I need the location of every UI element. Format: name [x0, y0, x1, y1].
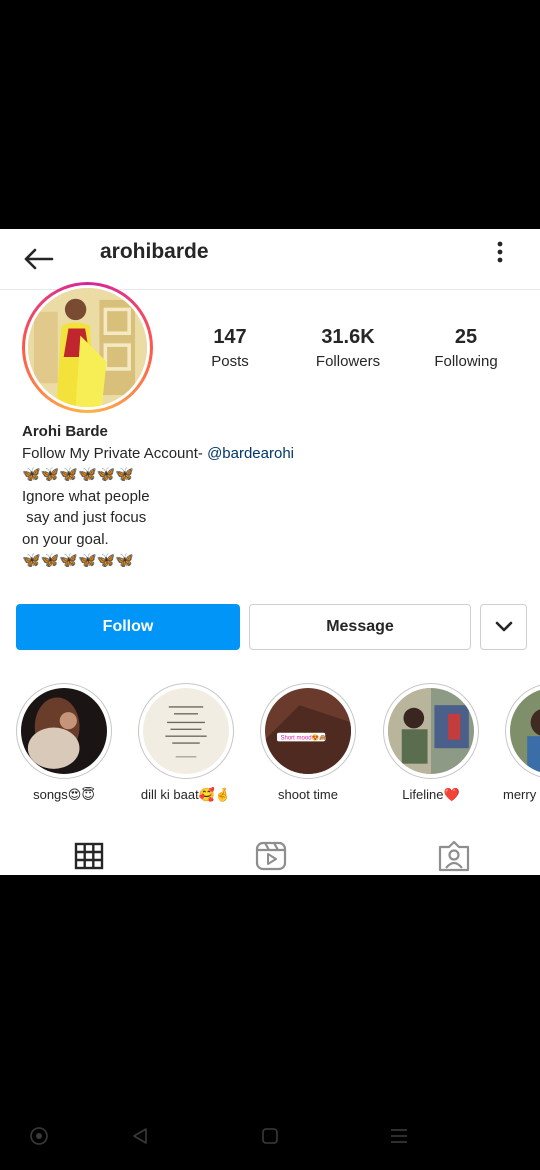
highlight-item[interactable]: dill ki baat🥰🤞 [136, 683, 236, 803]
profile-username: arohibarde [100, 240, 209, 263]
message-button[interactable]: Message [249, 604, 471, 650]
posts-count[interactable]: 147 Posts [175, 326, 285, 373]
followers-label: Followers [315, 353, 381, 370]
assistant-button[interactable] [27, 1124, 51, 1148]
bio-line: Ignore what people [22, 487, 150, 505]
bio-butterflies: 🦋🦋🦋🦋🦋🦋 [22, 466, 135, 483]
suggestions-dropdown-button[interactable] [480, 604, 527, 650]
bio-butterflies: 🦋🦋🦋🦋🦋🦋 [22, 552, 135, 569]
circle-dot-icon [30, 1127, 48, 1145]
shoot-sticker-text: Short mood😍🙈 [280, 734, 327, 742]
triangle-back-icon [133, 1128, 147, 1144]
highlight-label: dill ki baat🥰🤞 [140, 787, 232, 802]
bio-line: say and just focus [22, 509, 147, 526]
highlight-label: Lifeline❤️ [402, 787, 460, 802]
followers-value: 31.6K [321, 326, 375, 348]
reels-icon [255, 841, 287, 871]
highlight-item[interactable]: songs😍😇 [14, 683, 114, 803]
chevron-down-icon [495, 621, 512, 632]
display-name: Arohi Barde [22, 423, 108, 440]
highlight-label: songs😍😇 [33, 787, 95, 802]
nav-recents-button[interactable] [387, 1124, 411, 1148]
system-navigation-bar [0, 1116, 540, 1156]
grid-icon [74, 842, 104, 870]
highlight-label: merry [503, 787, 537, 802]
menu-lines-icon [391, 1129, 407, 1143]
highlight-item[interactable]: merry [503, 683, 540, 802]
tab-reels[interactable] [253, 839, 289, 873]
posts-value: 147 [213, 326, 247, 348]
profile-bio: Arohi Barde Follow My Private Account- @… [22, 421, 522, 572]
bio-line: on your goal. [22, 530, 109, 548]
nav-home-button[interactable] [258, 1124, 282, 1148]
bio-text: Follow My Private Account- [22, 444, 208, 462]
mention-link[interactable]: @bardearohi [207, 445, 294, 462]
tab-grid[interactable] [71, 839, 107, 873]
highlight-item[interactable]: Lifeline❤️ [381, 683, 481, 803]
posts-label: Posts [211, 353, 249, 370]
follow-button[interactable]: Follow [16, 604, 240, 650]
bio-line-private-account: Follow My Private Account- @bardearohi [22, 443, 522, 465]
followers-count[interactable]: 31.6K Followers [293, 326, 403, 373]
tab-tagged[interactable] [436, 839, 472, 873]
top-bar: arohibarde [0, 229, 540, 290]
arrow-left-icon [24, 248, 54, 270]
profile-avatar[interactable] [22, 282, 153, 413]
back-button[interactable] [18, 239, 58, 279]
nav-back-button[interactable] [128, 1124, 152, 1148]
profile-tab-bar [0, 837, 540, 875]
following-value: 25 [454, 326, 478, 348]
more-options-button[interactable] [486, 237, 514, 267]
highlight-label: shoot time [278, 787, 338, 802]
highlight-item[interactable]: Short mood😍🙈 shoot time [258, 683, 358, 802]
profile-screen: arohibarde 147 Posts 31.6K Followers 25 … [0, 229, 540, 875]
vertical-dots-icon [497, 241, 503, 263]
square-home-icon [262, 1128, 278, 1144]
tagged-icon [438, 840, 470, 872]
following-label: Following [434, 353, 498, 370]
following-count[interactable]: 25 Following [411, 326, 521, 373]
